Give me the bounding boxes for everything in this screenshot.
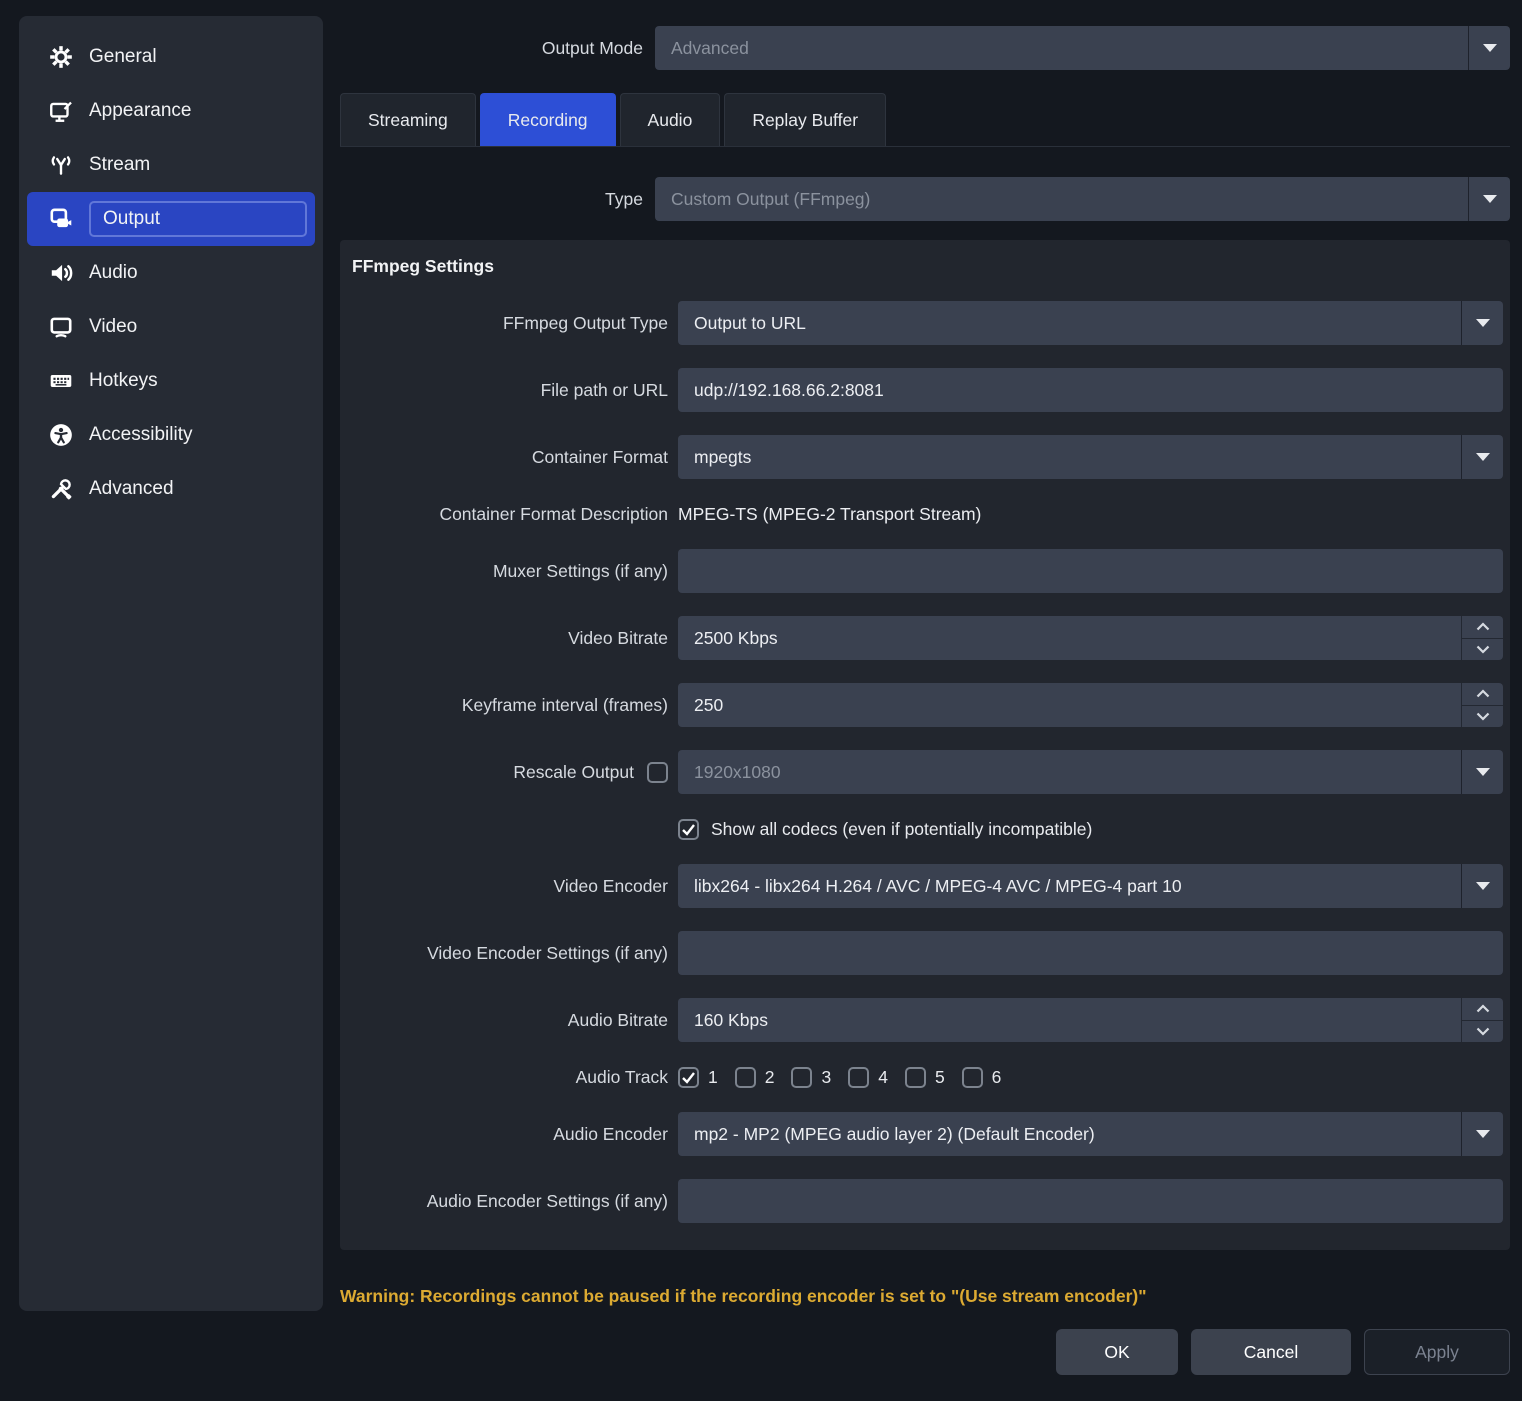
sidebar-item-label: Stream bbox=[89, 154, 150, 176]
rescale-resolution-select[interactable]: 1920x1080 bbox=[678, 750, 1503, 794]
spin-down-icon[interactable] bbox=[1462, 705, 1503, 728]
audio-track-row: Audio Track 1 2 3 4 5 6 bbox=[340, 1065, 1510, 1089]
dialog-footer: OK Cancel Apply bbox=[340, 1329, 1510, 1375]
output-mode-row: Output Mode Advanced bbox=[340, 26, 1510, 70]
ffmpeg-settings-group: FFmpeg Settings FFmpeg Output Type Outpu… bbox=[340, 240, 1510, 1250]
file-path-row: File path or URL bbox=[340, 368, 1510, 412]
chevron-down-icon bbox=[1461, 435, 1503, 479]
muxer-settings-row: Muxer Settings (if any) bbox=[340, 549, 1510, 593]
sidebar-item-stream[interactable]: Stream bbox=[27, 138, 315, 192]
video-encoder-settings-input[interactable] bbox=[678, 931, 1503, 975]
output-mode-select[interactable]: Advanced bbox=[655, 26, 1510, 70]
audio-encoder-row: Audio Encoder mp2 - MP2 (MPEG audio laye… bbox=[340, 1112, 1510, 1156]
chevron-down-icon bbox=[1468, 177, 1510, 221]
audio-bitrate-spinbox[interactable]: 160 Kbps bbox=[678, 998, 1503, 1042]
video-bitrate-spinbox[interactable]: 2500 Kbps bbox=[678, 616, 1503, 660]
sidebar-item-appearance[interactable]: Appearance bbox=[27, 84, 315, 138]
sidebar-item-label: Video bbox=[89, 316, 137, 338]
accessibility-icon bbox=[47, 422, 74, 449]
tab-recording[interactable]: Recording bbox=[480, 93, 616, 146]
cancel-button[interactable]: Cancel bbox=[1191, 1329, 1351, 1375]
container-format-row: Container Format mpegts bbox=[340, 435, 1510, 479]
spin-up-icon[interactable] bbox=[1462, 616, 1503, 638]
sidebar-item-label: General bbox=[89, 46, 157, 68]
keyboard-icon bbox=[47, 368, 74, 395]
sidebar-item-label: Output bbox=[89, 201, 307, 237]
group-title: FFmpeg Settings bbox=[340, 252, 1510, 301]
sidebar-item-label: Audio bbox=[89, 262, 138, 284]
chevron-down-icon bbox=[1461, 750, 1503, 794]
container-format-description-row: Container Format Description MPEG-TS (MP… bbox=[340, 502, 1510, 526]
sidebar-item-audio[interactable]: Audio bbox=[27, 246, 315, 300]
video-encoder-row: Video Encoder libx264 - libx264 H.264 / … bbox=[340, 864, 1510, 908]
sidebar-item-label: Appearance bbox=[89, 100, 191, 122]
tab-replay-buffer[interactable]: Replay Buffer bbox=[724, 93, 886, 146]
output-mode-label: Output Mode bbox=[340, 38, 643, 59]
recording-type-select[interactable]: Custom Output (FFmpeg) bbox=[655, 177, 1510, 221]
tab-streaming[interactable]: Streaming bbox=[340, 93, 476, 146]
sidebar-item-hotkeys[interactable]: Hotkeys bbox=[27, 354, 315, 408]
ffmpeg-output-type-row: FFmpeg Output Type Output to URL bbox=[340, 301, 1510, 345]
chevron-down-icon bbox=[1461, 1112, 1503, 1156]
chevron-down-icon bbox=[1468, 26, 1510, 70]
tab-audio[interactable]: Audio bbox=[620, 93, 721, 146]
sidebar-item-label: Hotkeys bbox=[89, 370, 158, 392]
spin-down-icon[interactable] bbox=[1462, 638, 1503, 661]
keyframe-interval-spinbox[interactable]: 250 bbox=[678, 683, 1503, 727]
show-all-codecs-checkbox[interactable] bbox=[678, 819, 699, 840]
settings-content: Output Mode Advanced Streaming Recording… bbox=[340, 0, 1510, 1375]
apply-button[interactable]: Apply bbox=[1364, 1329, 1510, 1375]
output-icon bbox=[47, 206, 74, 233]
sidebar-item-label: Advanced bbox=[89, 478, 174, 500]
ffmpeg-output-type-select[interactable]: Output to URL bbox=[678, 301, 1503, 345]
rescale-output-row: Rescale Output 1920x1080 bbox=[340, 750, 1510, 794]
sidebar-item-accessibility[interactable]: Accessibility bbox=[27, 408, 315, 462]
audio-track-6-checkbox[interactable] bbox=[962, 1067, 983, 1088]
antenna-icon bbox=[47, 152, 74, 179]
audio-encoder-settings-row: Audio Encoder Settings (if any) bbox=[340, 1179, 1510, 1223]
obs-settings-window: General Appearance Stream bbox=[0, 0, 1522, 1401]
spin-up-icon[interactable] bbox=[1462, 683, 1503, 705]
spin-up-icon[interactable] bbox=[1462, 998, 1503, 1020]
keyframe-interval-row: Keyframe interval (frames) 250 bbox=[340, 683, 1510, 727]
video-encoder-settings-row: Video Encoder Settings (if any) bbox=[340, 931, 1510, 975]
container-format-select[interactable]: mpegts bbox=[678, 435, 1503, 479]
speaker-icon bbox=[47, 260, 74, 287]
sidebar-item-label: Accessibility bbox=[89, 424, 192, 446]
chevron-down-icon bbox=[1461, 301, 1503, 345]
settings-sidebar: General Appearance Stream bbox=[19, 16, 323, 1311]
video-bitrate-row: Video Bitrate 2500 Kbps bbox=[340, 616, 1510, 660]
ok-button[interactable]: OK bbox=[1056, 1329, 1178, 1375]
audio-encoder-settings-input[interactable] bbox=[678, 1179, 1503, 1223]
audio-track-3-checkbox[interactable] bbox=[791, 1067, 812, 1088]
rescale-output-checkbox[interactable] bbox=[647, 762, 668, 783]
muxer-settings-input[interactable] bbox=[678, 549, 1503, 593]
audio-track-5-checkbox[interactable] bbox=[905, 1067, 926, 1088]
type-label: Type bbox=[340, 189, 643, 210]
gear-icon bbox=[47, 44, 74, 71]
file-path-input[interactable] bbox=[678, 368, 1503, 412]
recording-type-row: Type Custom Output (FFmpeg) bbox=[340, 177, 1510, 221]
tools-icon bbox=[47, 476, 74, 503]
sidebar-item-advanced[interactable]: Advanced bbox=[27, 462, 315, 516]
monitor-icon bbox=[47, 314, 74, 341]
sidebar-item-video[interactable]: Video bbox=[27, 300, 315, 354]
appearance-icon bbox=[47, 98, 74, 125]
output-tab-bar: Streaming Recording Audio Replay Buffer bbox=[340, 93, 1510, 147]
sidebar-item-general[interactable]: General bbox=[27, 30, 315, 84]
chevron-down-icon bbox=[1461, 864, 1503, 908]
spin-down-icon[interactable] bbox=[1462, 1020, 1503, 1043]
audio-track-4-checkbox[interactable] bbox=[848, 1067, 869, 1088]
sidebar-item-output[interactable]: Output bbox=[27, 192, 315, 246]
audio-encoder-select[interactable]: mp2 - MP2 (MPEG audio layer 2) (Default … bbox=[678, 1112, 1503, 1156]
container-format-description-value: MPEG-TS (MPEG-2 Transport Stream) bbox=[678, 504, 981, 525]
show-all-codecs-label: Show all codecs (even if potentially inc… bbox=[711, 819, 1092, 840]
audio-track-2-checkbox[interactable] bbox=[735, 1067, 756, 1088]
audio-bitrate-row: Audio Bitrate 160 Kbps bbox=[340, 998, 1510, 1042]
recording-warning-text: Warning: Recordings cannot be paused if … bbox=[340, 1286, 1510, 1307]
video-encoder-select[interactable]: libx264 - libx264 H.264 / AVC / MPEG-4 A… bbox=[678, 864, 1503, 908]
audio-track-1-checkbox[interactable] bbox=[678, 1067, 699, 1088]
show-all-codecs-row: Show all codecs (even if potentially inc… bbox=[340, 817, 1510, 841]
